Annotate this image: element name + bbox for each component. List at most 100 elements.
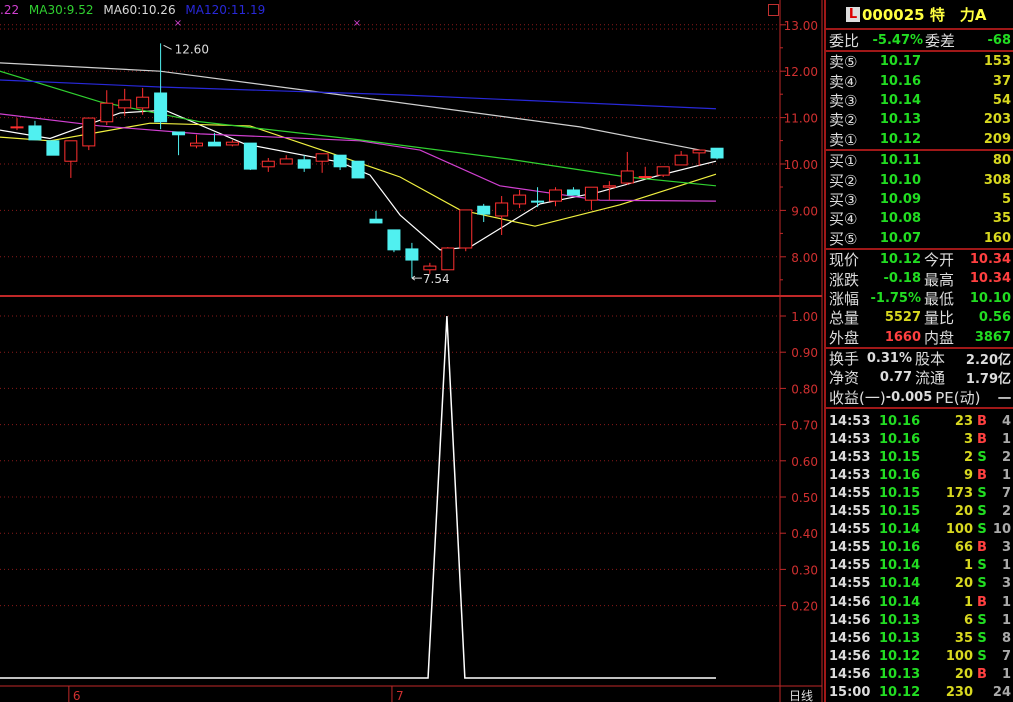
- event-marker-icon: ×: [174, 18, 182, 29]
- trade-side: S: [977, 648, 987, 664]
- kline-chart[interactable]: 13.00 12.00 11.00 10.00 9.00 8.00 1.00 0.90 0.80…: [0, 0, 824, 702]
- trade-time: 14:56: [829, 666, 871, 682]
- candle-up: [620, 170, 634, 184]
- candle-up: [549, 189, 562, 202]
- candle-down: [297, 159, 311, 169]
- buy-orders: 买① 10.11 80 买② 10.10 308 买③ 10.09 5 买④ 10.08 35 买⑤ 10…: [826, 151, 1013, 250]
- trade-volume: 173: [945, 485, 973, 501]
- sell-order-row[interactable]: 卖④ 10.16 37: [826, 71, 1013, 91]
- stock-code-name[interactable]: 000025 特 力A: [862, 4, 986, 25]
- buy-order-row[interactable]: 买② 10.10 308: [826, 170, 1013, 190]
- candle-down: [405, 248, 419, 261]
- trade-volume: 23: [954, 413, 973, 429]
- stat-row: 涨跌 -0.18 最高 10.34: [826, 269, 1013, 289]
- fund-value: 0.77: [879, 370, 912, 386]
- sell-order-row[interactable]: 卖⑤ 10.17 153: [826, 52, 1013, 71]
- stat-value: -1.75%: [870, 290, 922, 306]
- level-volume: 54: [992, 92, 1011, 108]
- trade-count: 3: [1001, 576, 1011, 592]
- stat-label: 涨幅: [829, 289, 860, 308]
- candle-down: [28, 125, 42, 141]
- legend-ma60: MA60:10.26: [103, 3, 176, 17]
- weibi-row: 委比 -5.47% 委差 -68: [826, 30, 1013, 52]
- candle-down: [566, 189, 580, 196]
- trade-price: 10.15: [879, 504, 921, 520]
- candle-up: [225, 141, 239, 146]
- candle-down: [172, 131, 186, 136]
- maximize-icon[interactable]: [768, 4, 779, 16]
- trade-price: 10.16: [879, 467, 921, 483]
- buy-order-row[interactable]: 买③ 10.09 5: [826, 190, 1013, 209]
- stat-value: 3867: [974, 329, 1011, 345]
- buy-order-row[interactable]: 买④ 10.08 35: [826, 209, 1013, 228]
- trade-side: S: [977, 630, 987, 646]
- trade-price: 10.15: [879, 449, 921, 465]
- candle-up: [261, 160, 275, 168]
- trade-row: 14:53 10.15 2 S 2: [826, 448, 1013, 466]
- trade-time: 14:53: [829, 431, 871, 447]
- candle-up: [118, 99, 132, 109]
- trade-volume: 35: [954, 630, 973, 646]
- buy-order-row[interactable]: 买① 10.11 80: [826, 151, 1013, 170]
- trade-side: S: [977, 449, 987, 465]
- candle-up: [190, 142, 203, 147]
- candle-up: [584, 186, 598, 201]
- level-price: 10.12: [879, 131, 921, 147]
- buy-order-row[interactable]: 买⑤ 10.07 160: [826, 229, 1013, 248]
- stat-value: 1660: [884, 329, 921, 345]
- trade-count: 7: [1001, 485, 1011, 501]
- trade-volume: 20: [954, 576, 973, 592]
- level-label: 卖⑤: [829, 53, 858, 72]
- level-label: 卖①: [829, 130, 858, 149]
- trade-side: B: [977, 666, 987, 682]
- level-label: 买①: [829, 152, 858, 171]
- trade-volume: 2: [963, 449, 973, 465]
- trade-row: 14:56 10.13 35 S 8: [826, 629, 1013, 647]
- candle-down: [154, 92, 168, 123]
- level-label: 买②: [829, 171, 858, 190]
- stat-value: 10.34: [969, 252, 1011, 268]
- stat-label: 涨跌: [829, 270, 860, 289]
- trade-volume: 20: [954, 666, 973, 682]
- price-tick-label: 11.00: [784, 112, 818, 126]
- candle-up: [692, 149, 706, 154]
- candle-up: [638, 176, 652, 179]
- level-volume: 160: [983, 230, 1011, 246]
- legend-ma20: .22: [0, 3, 20, 17]
- time-tick-label: 7: [396, 689, 404, 702]
- tick-trades[interactable]: 14:53 10.16 23 B 4 14:53 10.16 3 B 1 14:53 10.15 2 S 2…: [826, 409, 1013, 702]
- sell-order-row[interactable]: 卖① 10.12 209: [826, 130, 1013, 149]
- weicha-label: 委差: [925, 31, 956, 50]
- level-price: 10.14: [879, 92, 921, 108]
- trade-row: 14:56 10.13 20 B 1: [826, 665, 1013, 683]
- trade-count: 10: [992, 522, 1011, 538]
- ma-line-ma20: [0, 113, 716, 202]
- high-arrow-icon: [163, 44, 172, 50]
- stat-label: 外盘: [829, 328, 860, 347]
- level-label: 买③: [829, 190, 858, 209]
- stat-label: 量比: [924, 309, 955, 328]
- level-label: 买④: [829, 210, 858, 229]
- trade-price: 10.13: [879, 630, 921, 646]
- level-volume: 209: [983, 131, 1011, 147]
- level-price: 10.16: [879, 73, 921, 89]
- sell-order-row[interactable]: 卖② 10.13 203: [826, 110, 1013, 129]
- trade-count: 2: [1001, 449, 1011, 465]
- trade-count: 1: [1001, 431, 1011, 447]
- trade-time: 14:55: [829, 504, 871, 520]
- trade-side: B: [977, 594, 987, 610]
- trade-time: 14:56: [829, 612, 871, 628]
- stat-value: -0.18: [883, 271, 921, 287]
- trade-time: 14:55: [829, 558, 871, 574]
- level-label: 买⑤: [829, 229, 858, 248]
- candle-down: [333, 154, 347, 168]
- candle-down: [710, 147, 724, 159]
- sell-order-row[interactable]: 卖③ 10.14 54: [826, 91, 1013, 110]
- trade-time: 14:56: [829, 594, 871, 610]
- weibi-label: 委比: [829, 31, 860, 50]
- level-volume: 153: [983, 54, 1011, 70]
- trade-volume: 100: [945, 648, 973, 664]
- indicator-tick-label: 0.90: [791, 346, 818, 360]
- indicator-tick-label: 0.20: [791, 600, 818, 614]
- trade-price: 10.12: [879, 648, 921, 664]
